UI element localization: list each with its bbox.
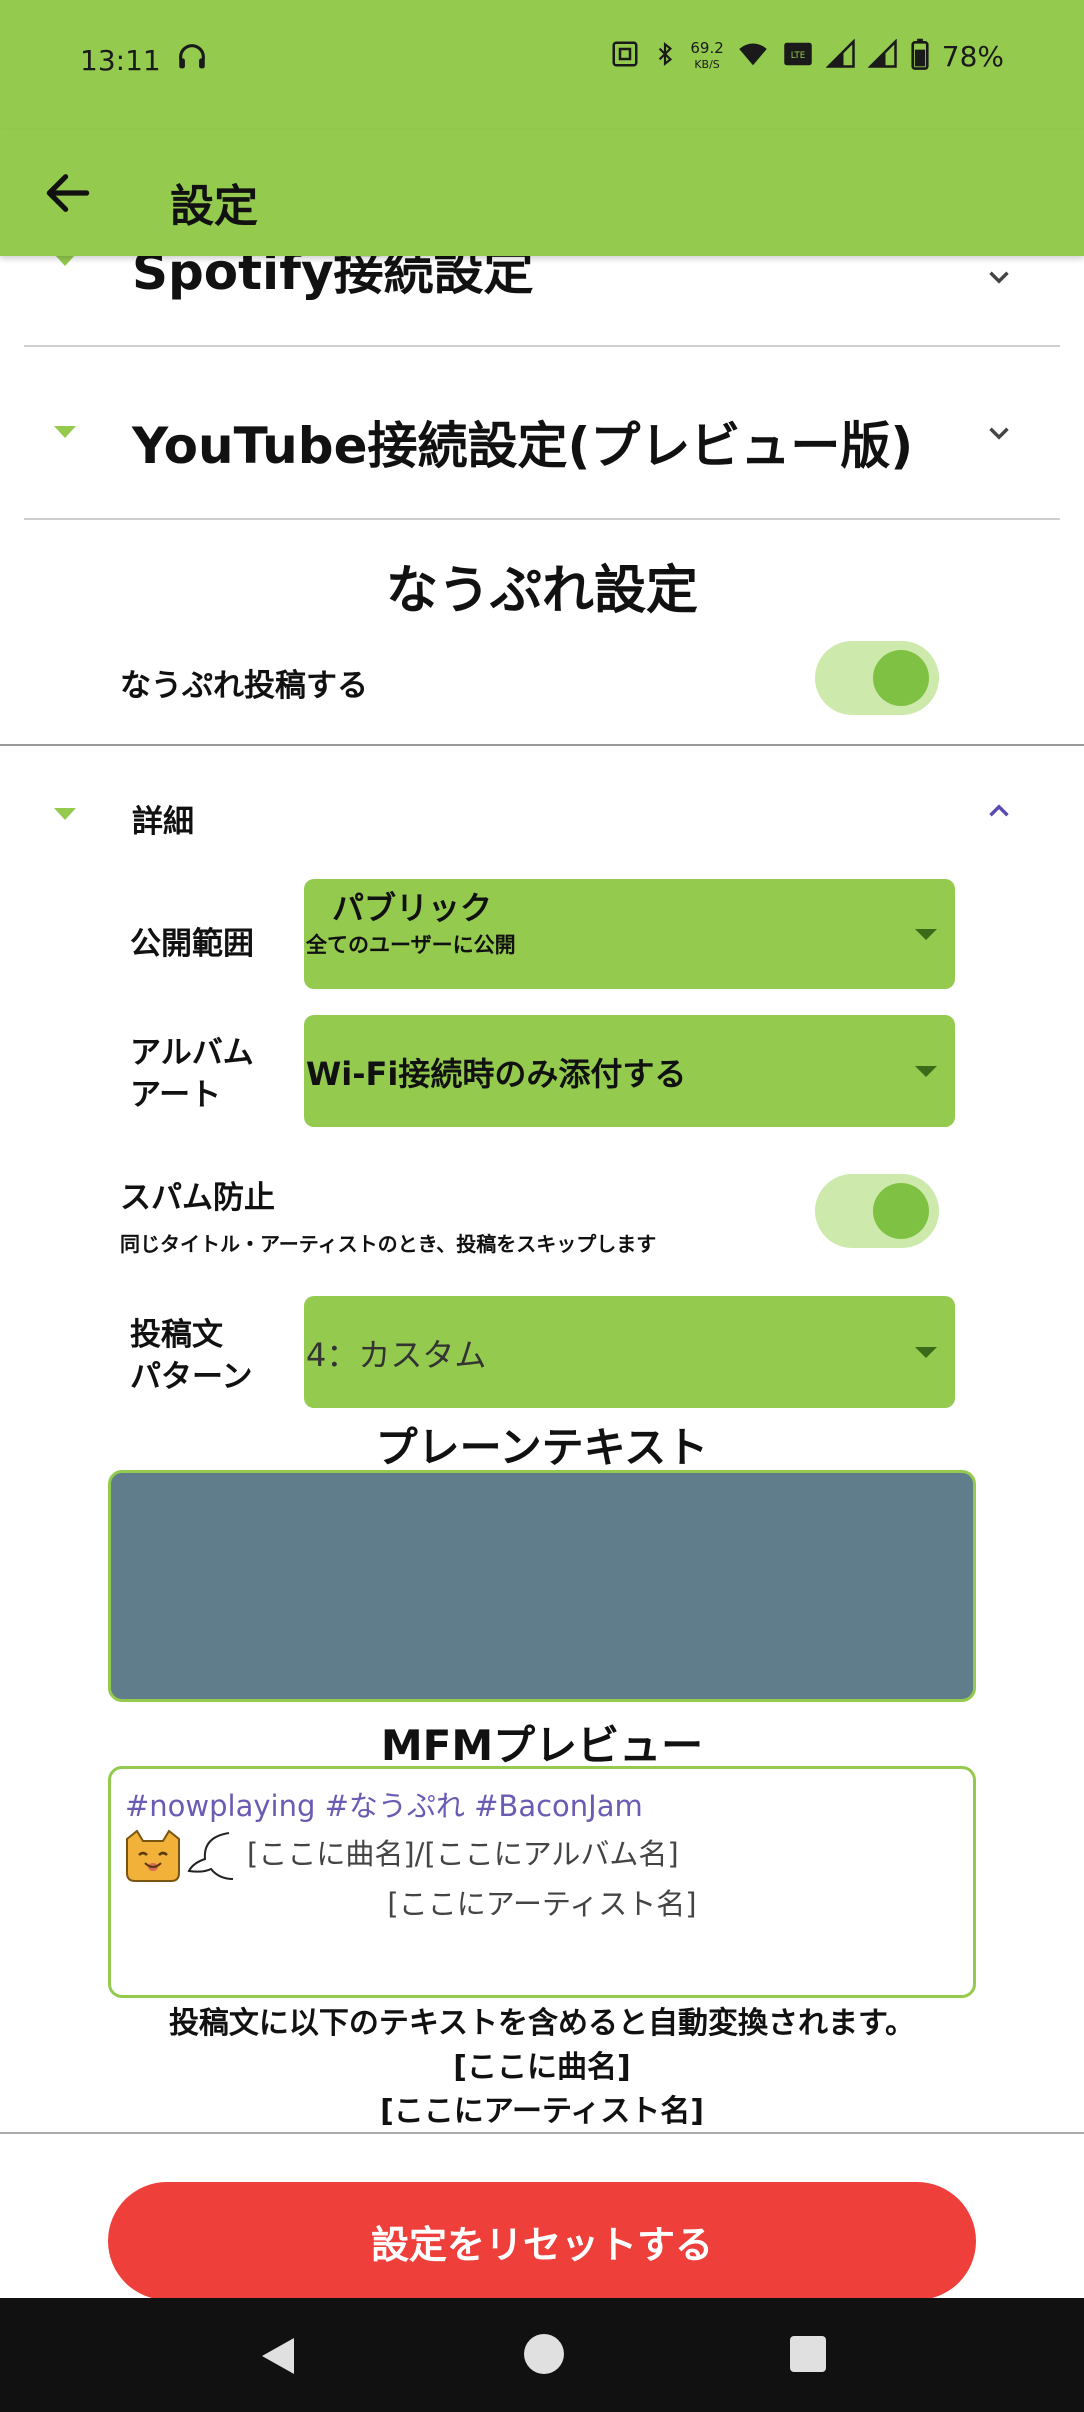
- status-time: 13:11: [80, 44, 161, 77]
- divider: [24, 518, 1060, 520]
- pattern-label-line1: 投稿文: [130, 1317, 223, 1353]
- divider: [0, 2132, 1084, 2134]
- section-youtube[interactable]: YouTube接続設定(プレビュー版): [0, 360, 1084, 510]
- plain-text-title: プレーンテキスト: [375, 1423, 709, 1472]
- help-text-line3: [ここにアーティスト名]: [380, 2094, 704, 2129]
- visibility-label: 公開範囲: [130, 926, 254, 962]
- divider: [24, 345, 1060, 347]
- nowplaying-settings-title: なうぷれ設定: [385, 561, 698, 621]
- headphones-icon: [175, 40, 209, 78]
- spam-toggle[interactable]: [815, 1174, 939, 1248]
- dropdown-arrow-icon: [915, 1066, 937, 1077]
- visibility-dropdown[interactable]: パブリック 全てのユーザーに公開: [304, 879, 955, 989]
- album-art-dropdown[interactable]: Wi-Fi接続時のみ添付する: [304, 1015, 955, 1127]
- nfc-icon: [610, 39, 640, 73]
- help-text-line1: 投稿文に以下のテキストを含めると自動変換されます。: [168, 2006, 916, 2041]
- nav-back-icon[interactable]: [260, 2336, 296, 2380]
- page-title: 設定: [170, 181, 258, 232]
- network-speed: 69.2 KB/S: [690, 38, 724, 72]
- dropdown-arrow-icon: [915, 929, 937, 940]
- details-label: 詳細: [132, 804, 194, 840]
- wifi-icon: [736, 39, 770, 73]
- pattern-label: 投稿文 パターン: [130, 1314, 252, 1398]
- album-art-label-line2: アート: [130, 1077, 222, 1113]
- app-bar: 設定: [0, 130, 1084, 256]
- album-art-value: Wi-Fi接続時のみ添付する: [306, 1055, 687, 1093]
- mfm-preview-title: MFMプレビュー: [380, 1721, 704, 1770]
- pattern-dropdown[interactable]: 4：カスタム: [304, 1296, 955, 1408]
- pattern-label-line2: パターン: [130, 1359, 253, 1395]
- album-art-label: アルバム アート: [130, 1032, 254, 1116]
- section-indicator-icon: [54, 426, 76, 438]
- chevron-up-icon[interactable]: [982, 794, 1016, 828]
- spam-description: 同じタイトル・アーティストのとき、投稿をスキップします: [120, 1232, 657, 1256]
- chevron-down-icon[interactable]: [982, 416, 1016, 450]
- reset-settings-button[interactable]: 設定をリセットする: [108, 2182, 976, 2300]
- chevron-down-icon[interactable]: [982, 260, 1016, 294]
- nowplaying-post-toggle[interactable]: [815, 641, 939, 715]
- status-icons: 69.2 KB/S LTE 78%: [610, 38, 1004, 74]
- section-indicator-icon: [54, 808, 76, 820]
- status-bar: 13:11 69.2 KB/S LTE 78%: [0, 0, 1084, 130]
- mfm-preview-box: #nowplaying #なうぷれ #BaconJam [ここに曲名]/[ここに…: [108, 1766, 976, 1998]
- help-text-line2: [ここに曲名]: [453, 2050, 631, 2085]
- divider: [0, 744, 1084, 746]
- battery-percent: 78%: [941, 39, 1004, 73]
- dropdown-arrow-icon: [915, 1347, 937, 1358]
- cat-emoji-icon: [123, 1829, 183, 1887]
- svg-text:LTE: LTE: [790, 51, 805, 61]
- bluetooth-icon: [652, 39, 678, 73]
- section-youtube-title: YouTube接続設定(プレビュー版): [132, 417, 914, 475]
- sketch-emoji-icon: [183, 1829, 239, 1887]
- signal-icon-1: [825, 38, 856, 73]
- visibility-value: パブリック: [332, 889, 493, 927]
- toggle-knob: [873, 1183, 929, 1239]
- nav-home-icon[interactable]: [524, 2334, 564, 2374]
- spam-label: スパム防止: [120, 1180, 275, 1216]
- network-speed-value: 69.2: [690, 38, 724, 57]
- volte-icon: LTE: [782, 39, 814, 73]
- plain-text-editor[interactable]: [108, 1470, 976, 1702]
- pattern-value: 4：カスタム: [306, 1336, 487, 1374]
- details-header[interactable]: 詳細: [0, 770, 1084, 860]
- mfm-line-artist: [ここにアーティスト名]: [387, 1887, 697, 1921]
- help-text: 投稿文に以下のテキストを含めると自動変換されます。 [ここに曲名] [ここにアー…: [0, 2002, 1084, 2134]
- nav-recent-icon[interactable]: [790, 2336, 826, 2372]
- back-arrow-icon[interactable]: [40, 165, 96, 221]
- mfm-hashtags[interactable]: #nowplaying #なうぷれ #BaconJam: [125, 1783, 643, 1825]
- nowplaying-post-label: なうぷれ投稿する: [120, 668, 368, 704]
- toggle-knob: [873, 650, 929, 706]
- battery-icon: [910, 38, 930, 74]
- signal-icon-2: [867, 38, 898, 73]
- network-speed-unit: KB/S: [694, 57, 720, 71]
- mfm-line-title-album: [ここに曲名]/[ここにアルバム名]: [247, 1837, 679, 1871]
- visibility-description: 全てのユーザーに公開: [306, 933, 516, 957]
- album-art-label-line1: アルバム: [130, 1035, 254, 1071]
- system-nav-bar: [0, 2298, 1084, 2412]
